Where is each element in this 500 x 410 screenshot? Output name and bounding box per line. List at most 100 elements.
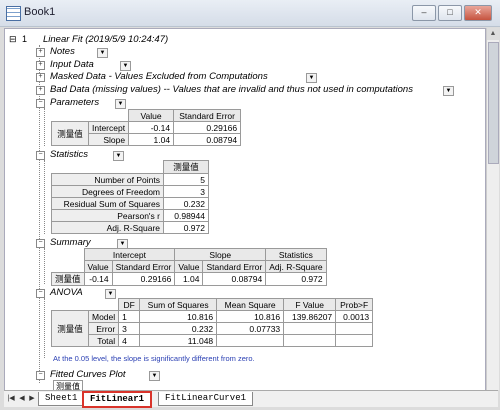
column-group-header: Slope [174, 248, 267, 261]
collapse-statistics-icon[interactable]: − [36, 151, 45, 160]
cell[interactable]: -0.14 [128, 121, 175, 134]
expand-masked-data-icon[interactable]: + [36, 73, 45, 82]
next-sheet-icon[interactable]: ▶ [28, 394, 36, 403]
cell[interactable]: -0.14 [83, 272, 113, 286]
column-header: Prob>F [335, 298, 374, 311]
first-sheet-icon[interactable]: |◀ [7, 394, 15, 403]
cell[interactable]: 0.08794 [202, 272, 267, 286]
cell[interactable] [283, 322, 337, 335]
cell[interactable]: 0.07733 [216, 322, 285, 335]
column-header: DF [118, 298, 141, 311]
masked-data-menu-button[interactable]: ▼ [306, 73, 317, 83]
cell[interactable]: 0.0013 [335, 310, 374, 323]
report-header: Linear Fit (2019/5/9 10:24:47) [43, 34, 169, 45]
expand-notes-icon[interactable]: + [36, 48, 45, 57]
table-corner [51, 298, 89, 311]
cell[interactable]: 0.29166 [173, 121, 242, 134]
cell[interactable]: 1 [118, 310, 141, 323]
bad-data-menu-button[interactable]: ▼ [443, 86, 454, 96]
column-header: Value [174, 260, 204, 273]
tree-line [44, 298, 45, 358]
scroll-up-icon[interactable]: ▲ [487, 28, 499, 40]
cell[interactable]: 0.232 [139, 322, 218, 335]
tab-fitlinearcurve1[interactable]: FitLinearCurve1 [158, 392, 254, 406]
table-corner [51, 160, 164, 174]
cell[interactable]: 0.972 [265, 272, 327, 286]
cell[interactable]: 0.08794 [173, 133, 242, 146]
row-label: Number of Points [51, 173, 164, 186]
row-label: Residual Sum of Squares [51, 197, 164, 210]
cell[interactable]: 0.972 [163, 221, 209, 234]
cell[interactable] [283, 334, 337, 347]
column-header: F Value [283, 298, 337, 311]
cell[interactable]: 10.816 [139, 310, 218, 323]
table-corner [51, 109, 89, 122]
window-titlebar: Book1 – □ ✕ [0, 0, 500, 27]
notes-menu-button[interactable]: ▼ [97, 48, 108, 58]
close-button[interactable]: ✕ [464, 5, 492, 21]
tree-line [39, 45, 40, 383]
notes-node[interactable]: Notes [50, 46, 75, 57]
anova-node[interactable]: ANOVA [50, 287, 83, 298]
cell[interactable] [335, 334, 374, 347]
bad-data-node[interactable]: Bad Data (missing values) -- Values that… [50, 84, 413, 95]
minimize-button[interactable]: – [412, 5, 436, 21]
column-header: Adj. R-Square [265, 260, 327, 273]
scroll-thumb[interactable] [488, 42, 499, 164]
row-group-label: 测量值 [51, 121, 89, 146]
prev-sheet-icon[interactable]: ◀ [18, 394, 26, 403]
cell[interactable]: 3 [163, 185, 209, 198]
statistics-table: 测量值 Number of Points 5 Degrees of Freedom… [51, 160, 209, 234]
row-label: Total [87, 334, 120, 347]
row-label: Pearson's r [51, 209, 164, 222]
sheet-tab-bar: |◀ ◀ ▶ Sheet1 FitLinear1 FitLinearCurve1 [4, 390, 498, 408]
fitted-curves-node[interactable]: Fitted Curves Plot [50, 369, 126, 380]
cell[interactable]: 4 [118, 334, 141, 347]
expand-input-data-icon[interactable]: + [36, 61, 45, 70]
collapse-icon[interactable]: ⊟ [9, 34, 17, 45]
cell[interactable]: 1.04 [128, 133, 175, 146]
cell[interactable] [216, 334, 285, 347]
input-data-menu-button[interactable]: ▼ [120, 61, 131, 71]
significance-note: At the 0.05 level, the slope is signific… [53, 354, 255, 363]
vertical-scrollbar[interactable]: ▲ [486, 28, 499, 390]
cell[interactable] [335, 322, 374, 335]
cell[interactable]: 1.04 [174, 272, 204, 286]
collapse-fitted-curves-icon[interactable]: − [36, 371, 45, 380]
collapse-anova-icon[interactable]: − [36, 289, 45, 298]
parameters-node[interactable]: Parameters [50, 97, 99, 108]
input-data-node[interactable]: Input Data [50, 59, 94, 70]
window-title: Book1 [24, 6, 56, 18]
fitted-curves-menu-button[interactable]: ▼ [149, 371, 160, 381]
statistics-node[interactable]: Statistics [50, 149, 88, 160]
cell[interactable]: 5 [163, 173, 209, 186]
tab-sheet1[interactable]: Sheet1 [38, 392, 85, 406]
row-label: Error [87, 322, 120, 335]
summary-node[interactable]: Summary [50, 237, 91, 248]
summary-table: Intercept Slope Statistics Value Standar… [51, 248, 327, 286]
cell[interactable]: 0.98944 [163, 209, 209, 222]
masked-data-node[interactable]: Masked Data - Values Excluded from Compu… [50, 71, 268, 82]
collapse-summary-icon[interactable]: − [36, 239, 45, 248]
cell[interactable]: 0.232 [163, 197, 209, 210]
cell[interactable]: 11.048 [139, 334, 218, 347]
maximize-button[interactable]: □ [438, 5, 462, 21]
table-row: Pearson's r 0.98944 [51, 209, 209, 222]
table-row: 测量值 Model 1 10.816 10.816 139.86207 0.00… [51, 310, 374, 347]
collapse-parameters-icon[interactable]: − [36, 99, 45, 108]
cell[interactable]: 139.86207 [283, 310, 337, 323]
column-group-header: Intercept [83, 248, 176, 261]
tree-line [44, 248, 45, 284]
cell[interactable]: 3 [118, 322, 141, 335]
parameters-menu-button[interactable]: ▼ [115, 99, 126, 109]
column-header: Standard Error [173, 109, 242, 122]
column-header: Mean Square [216, 298, 285, 311]
cell[interactable]: 0.29166 [111, 272, 176, 286]
table-row: Residual Sum of Squares 0.232 [51, 197, 209, 210]
expand-bad-data-icon[interactable]: + [36, 86, 45, 95]
tab-fitlinear1[interactable]: FitLinear1 [82, 391, 153, 408]
cell[interactable]: 10.816 [216, 310, 285, 323]
table-row: Total 4 11.048 [52, 334, 374, 347]
workbook-icon [6, 6, 21, 21]
table-corner [88, 109, 129, 122]
